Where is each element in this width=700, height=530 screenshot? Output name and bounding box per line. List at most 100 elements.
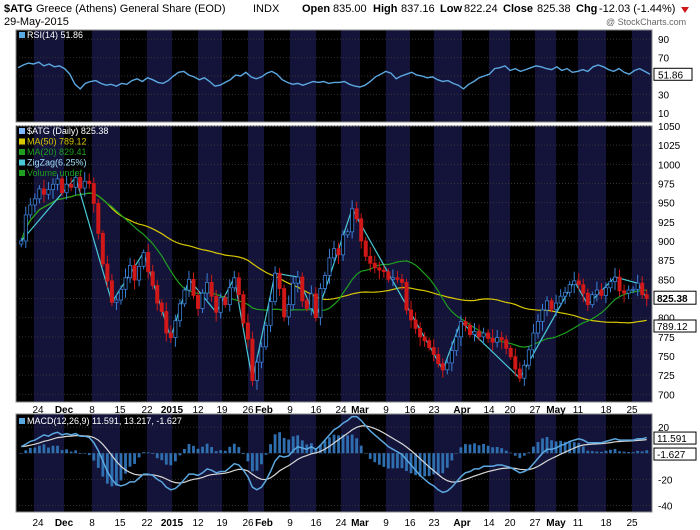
price-legend-item: ZigZag(6.25%): [27, 158, 87, 168]
candle-body: [259, 346, 264, 363]
x-tick-label-mid: 2015: [161, 405, 184, 416]
macd-histogram-bar: [423, 453, 427, 477]
candle-body: [132, 265, 137, 281]
price-tick-label: 1050: [658, 122, 681, 133]
candle-body: [531, 332, 536, 351]
x-tick-label-mid: 11: [573, 405, 584, 416]
price-tick-label: 975: [658, 180, 675, 191]
macd-histogram-bar: [391, 453, 395, 469]
candle-body: [594, 289, 599, 296]
candle-body: [440, 363, 445, 371]
macd-histogram-bar: [60, 450, 64, 454]
x-tick-label-bottom: Mar: [351, 518, 369, 529]
candle-body: [467, 324, 472, 335]
candle-body: [495, 337, 500, 343]
watermark: @ StockCharts.com: [606, 17, 686, 27]
macd-histogram-bar: [83, 453, 87, 454]
price-tick-label: 1000: [658, 160, 681, 171]
macd-histogram-bar: [337, 435, 340, 454]
x-tick-label-mid: 14: [483, 405, 495, 416]
candle-body: [644, 294, 649, 299]
x-tick-label-mid: 8: [89, 405, 95, 416]
price-last-value: 825.38: [657, 294, 688, 305]
x-tick-label-bottom: 8: [89, 518, 95, 529]
candle-body: [458, 321, 463, 338]
x-tick-label-mid: Feb: [255, 405, 273, 416]
candle-body: [118, 288, 123, 301]
candle-body: [313, 293, 318, 319]
x-tick-label-bottom: 24: [335, 518, 347, 529]
macd-histogram-bar: [640, 451, 644, 454]
candle-body: [449, 350, 454, 364]
time-band: [578, 126, 606, 402]
macd-histogram-bar: [273, 434, 277, 454]
macd-histogram-bar: [196, 448, 200, 454]
candle-body: [291, 282, 296, 306]
macd-histogram-bar: [69, 451, 73, 454]
macd-histogram-bar: [405, 453, 408, 472]
candle-body: [599, 289, 604, 296]
macd-histogram-bar: [631, 452, 635, 454]
time-band: [535, 126, 556, 402]
x-tick-label-bottom: Dec: [55, 518, 74, 529]
x-tick-label-bottom: 25: [626, 518, 638, 529]
candle-body: [617, 276, 622, 292]
candle-body: [64, 183, 69, 194]
price-legend-item: MA(20) 829.41: [27, 147, 87, 157]
candle-body: [590, 294, 595, 306]
open-value: 835.00: [333, 3, 367, 15]
x-tick-label-mid: 19: [216, 405, 228, 416]
macd-histogram-bar: [577, 442, 581, 454]
candle-body: [341, 234, 346, 256]
macd-histogram-bar: [473, 443, 476, 454]
candle-body: [522, 364, 527, 379]
candle-body: [37, 188, 42, 200]
candle-body: [19, 240, 24, 245]
candle-body: [304, 300, 309, 309]
time-band: [290, 126, 316, 402]
candle-body: [372, 262, 377, 269]
candle-body: [300, 276, 305, 302]
macd-histogram-bar: [251, 453, 254, 472]
open-label: Open: [302, 3, 330, 15]
macd-last-value: 11.591: [657, 434, 687, 445]
price-legend-item: Volume undef: [27, 168, 83, 178]
macd-histogram-bar: [96, 453, 100, 468]
candle-body: [227, 287, 232, 306]
macd-histogram-bar: [536, 442, 540, 454]
candle-body: [377, 267, 382, 271]
macd-histogram-bar: [604, 450, 608, 454]
macd-histogram-bar: [377, 453, 381, 465]
x-tick-label-bottom: Feb: [255, 518, 273, 529]
x-tick-label-bottom: 22: [141, 518, 153, 529]
candle-body: [422, 336, 427, 342]
candle-body: [96, 203, 101, 234]
rsi-legend: RSI(14) 51.86: [27, 30, 83, 40]
x-tick-label-mid: 24: [335, 405, 347, 416]
candle-body: [105, 263, 110, 282]
macd-histogram-bar: [459, 447, 463, 454]
macd-histogram-bar: [65, 449, 68, 454]
candle-body: [526, 349, 531, 366]
macd-histogram-bar: [495, 446, 499, 454]
x-tick-label-bottom: 24: [32, 518, 44, 529]
price-legend-item: MA(50) 789.12: [27, 137, 87, 147]
price-legend-swatch: [19, 170, 25, 176]
macd-histogram-bar: [214, 451, 218, 454]
price-legend-swatch: [19, 149, 25, 155]
time-band: [489, 414, 510, 512]
candle-body: [214, 295, 219, 313]
chg-value: -12.03 (-1.44%): [599, 3, 675, 15]
x-tick-label-mid: 9: [383, 405, 389, 416]
candle-body: [282, 288, 287, 318]
candle-body: [445, 362, 450, 371]
time-band: [34, 414, 64, 512]
macd-tick-label: -20: [658, 475, 673, 486]
candle-body: [182, 289, 187, 305]
price-panel: 1050102510009759509259008758508258007757…: [15, 122, 697, 403]
candle-body: [640, 282, 645, 296]
price-tick-label: 775: [658, 333, 675, 344]
candle-body: [73, 176, 78, 188]
price-tick-label: 925: [658, 218, 675, 229]
macd-histogram-bar: [241, 453, 245, 455]
